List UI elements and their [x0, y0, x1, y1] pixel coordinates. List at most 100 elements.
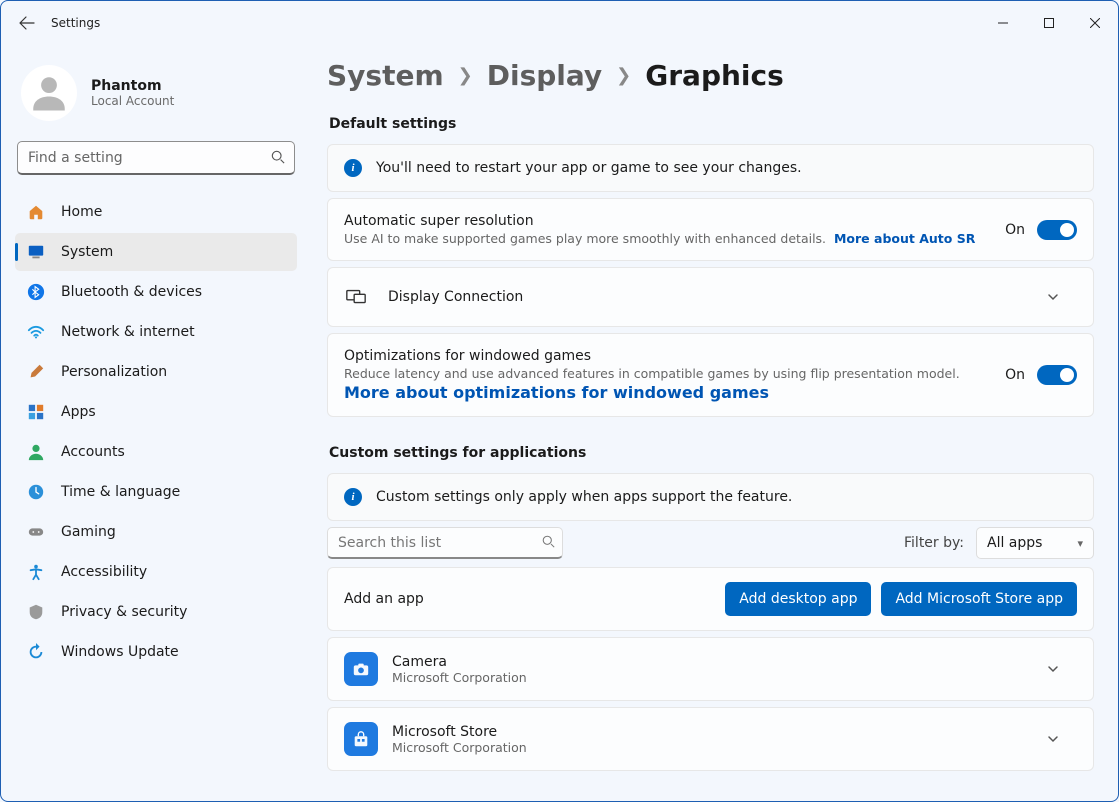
windowed-opt-toggle[interactable] [1037, 365, 1077, 385]
toggle-state: On [1005, 222, 1025, 238]
setting-title: Automatic super resolution [344, 213, 991, 229]
info-text: Custom settings only apply when apps sup… [376, 489, 792, 505]
person-icon [27, 443, 45, 461]
add-desktop-app-button[interactable]: Add desktop app [725, 582, 871, 616]
store-app-icon [344, 722, 378, 756]
breadcrumb-system[interactable]: System [327, 59, 444, 92]
breadcrumb-display[interactable]: Display [487, 59, 602, 92]
back-button[interactable] [9, 5, 45, 41]
sidebar-item-label: Home [61, 204, 102, 220]
sidebar-item-label: Accessibility [61, 564, 147, 580]
setting-subtitle: Use AI to make supported games play more… [344, 231, 991, 246]
filter-label: Filter by: [904, 535, 964, 551]
app-row-store[interactable]: Microsoft Store Microsoft Corporation [327, 707, 1094, 771]
sidebar-item-label: Time & language [61, 484, 180, 500]
sidebar-item-label: Bluetooth & devices [61, 284, 202, 300]
profile-name: Phantom [91, 78, 174, 94]
sidebar-item-gaming[interactable]: Gaming [15, 513, 297, 551]
sidebar-item-label: Windows Update [61, 644, 179, 660]
setting-subtitle: Reduce latency and use advanced features… [344, 366, 991, 381]
sidebar-search[interactable] [17, 141, 295, 175]
info-restart: i You'll need to restart your app or gam… [327, 144, 1094, 192]
sidebar-item-personalization[interactable]: Personalization [15, 353, 297, 391]
display-connection-icon [344, 288, 368, 306]
section-title-custom: Custom settings for applications [329, 445, 1094, 461]
app-publisher: Microsoft Corporation [392, 740, 1033, 755]
sidebar-item-system[interactable]: System [15, 233, 297, 271]
sidebar-item-privacy[interactable]: Privacy & security [15, 593, 297, 631]
toggle-state: On [1005, 367, 1025, 383]
system-icon [27, 243, 45, 261]
sidebar-item-label: Network & internet [61, 324, 195, 340]
chevron-right-icon: ❯ [458, 65, 473, 86]
app-name: Camera [392, 654, 1033, 670]
sidebar-item-label: Privacy & security [61, 604, 187, 620]
update-icon [27, 643, 45, 661]
sidebar-item-label: Gaming [61, 524, 116, 540]
gamepad-icon [27, 523, 45, 541]
sidebar-item-network[interactable]: Network & internet [15, 313, 297, 351]
shield-icon [27, 603, 45, 621]
search-input[interactable] [17, 141, 295, 175]
minimize-button[interactable] [980, 7, 1026, 39]
arrow-left-icon [19, 15, 35, 31]
info-icon: i [344, 488, 362, 506]
close-icon [1090, 18, 1100, 28]
avatar-icon [28, 72, 70, 114]
apps-icon [27, 403, 45, 421]
sidebar-item-update[interactable]: Windows Update [15, 633, 297, 671]
sidebar-item-bluetooth[interactable]: Bluetooth & devices [15, 273, 297, 311]
auto-sr-link[interactable]: More about Auto SR [834, 231, 975, 246]
filter-dropdown[interactable]: All apps ▾ [976, 527, 1094, 559]
sidebar-item-label: System [61, 244, 113, 260]
info-text: You'll need to restart your app or game … [376, 160, 802, 176]
add-store-app-button[interactable]: Add Microsoft Store app [881, 582, 1077, 616]
app-publisher: Microsoft Corporation [392, 670, 1033, 685]
bluetooth-icon [27, 283, 45, 301]
avatar [21, 65, 77, 121]
app-name: Microsoft Store [392, 724, 1033, 740]
maximize-button[interactable] [1026, 7, 1072, 39]
setting-auto-sr: Automatic super resolution Use AI to mak… [327, 198, 1094, 261]
accessibility-icon [27, 563, 45, 581]
profile-subtitle: Local Account [91, 94, 174, 108]
filter-row: Filter by: All apps ▾ [327, 527, 1094, 559]
minimize-icon [998, 18, 1008, 28]
clock-icon [27, 483, 45, 501]
wifi-icon [27, 323, 45, 341]
sidebar-item-label: Accounts [61, 444, 125, 460]
setting-display-connection[interactable]: Display Connection [327, 267, 1094, 327]
brush-icon [27, 363, 45, 381]
user-profile[interactable]: Phantom Local Account [15, 57, 297, 139]
setting-title: Display Connection [388, 289, 1033, 305]
info-custom: i Custom settings only apply when apps s… [327, 473, 1094, 521]
search-icon [542, 535, 555, 548]
close-button[interactable] [1072, 7, 1118, 39]
home-icon [27, 203, 45, 221]
chevron-down-icon [1047, 733, 1077, 745]
sidebar-item-home[interactable]: Home [15, 193, 297, 231]
sidebar-item-accessibility[interactable]: Accessibility [15, 553, 297, 591]
info-icon: i [344, 159, 362, 177]
maximize-icon [1044, 18, 1054, 28]
content-area: System ❯ Display ❯ Graphics Default sett… [311, 45, 1118, 801]
app-row-camera[interactable]: Camera Microsoft Corporation [327, 637, 1094, 701]
list-search-input[interactable] [327, 527, 563, 559]
section-title-default: Default settings [329, 116, 1094, 132]
camera-app-icon [344, 652, 378, 686]
auto-sr-toggle[interactable] [1037, 220, 1077, 240]
chevron-down-icon [1047, 291, 1077, 303]
sidebar-item-accounts[interactable]: Accounts [15, 433, 297, 471]
sidebar: Phantom Local Account Home System Blueto… [1, 45, 311, 801]
window-title: Settings [51, 16, 100, 30]
filter-value: All apps [987, 535, 1042, 551]
titlebar: Settings [1, 1, 1118, 45]
list-search[interactable] [327, 527, 563, 559]
window-controls [980, 7, 1118, 39]
sidebar-item-time[interactable]: Time & language [15, 473, 297, 511]
breadcrumb-current: Graphics [645, 59, 784, 92]
chevron-down-icon: ▾ [1077, 537, 1083, 550]
windowed-opt-link[interactable]: More about optimizations for windowed ga… [344, 383, 991, 402]
add-app-label: Add an app [344, 591, 424, 607]
sidebar-item-apps[interactable]: Apps [15, 393, 297, 431]
